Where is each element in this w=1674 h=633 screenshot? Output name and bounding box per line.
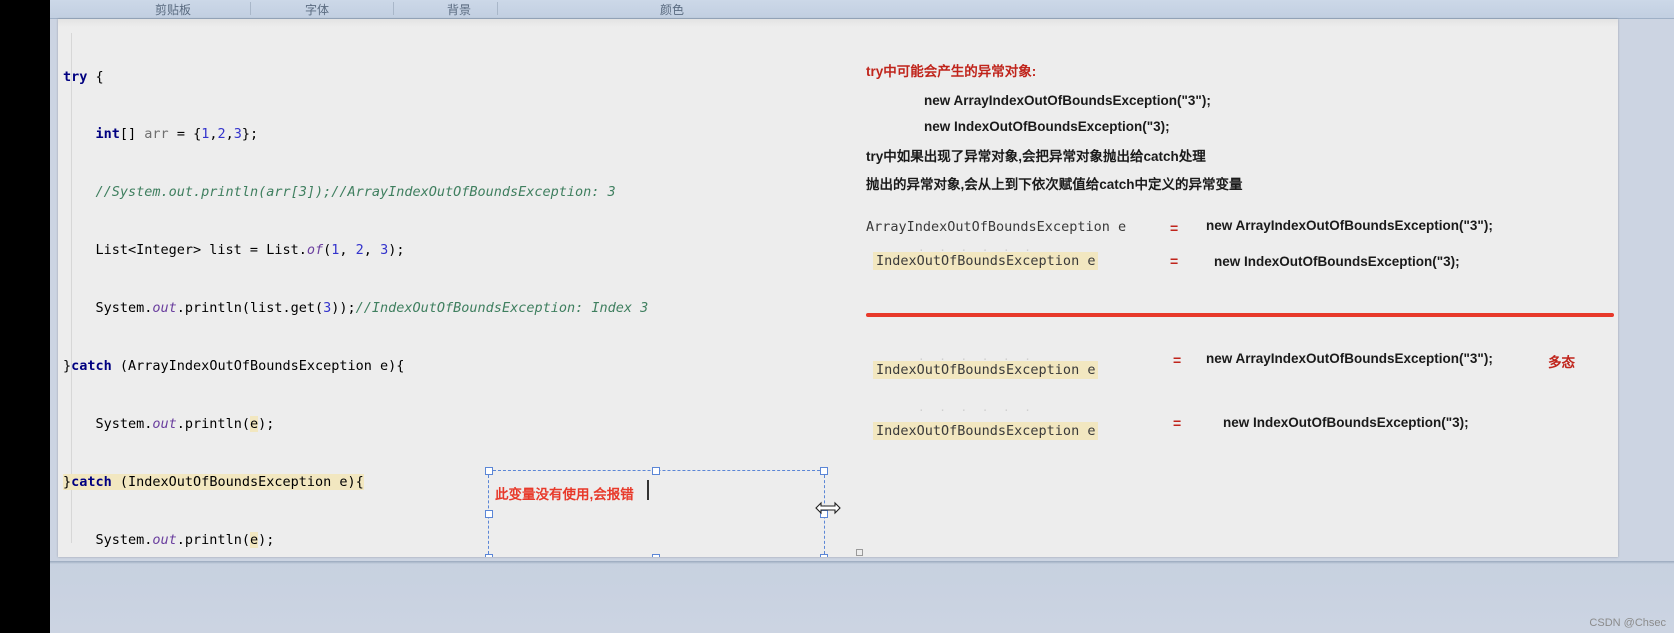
ribbon-bar: 剪贴板 字体 背景 颜色	[50, 0, 1674, 19]
assignment-rhs: new ArrayIndexOutOfBoundsException("3");	[1206, 351, 1493, 366]
ribbon-group-color[interactable]: 颜色	[660, 1, 684, 18]
page-resize-handle[interactable]	[856, 549, 863, 556]
code-line: System.out.println(list.get(3));//IndexO…	[63, 300, 649, 317]
status-bar: CSDN @Chsec	[50, 561, 1674, 633]
statusbar-top-edge	[50, 561, 1674, 564]
page-top-fade	[58, 19, 1618, 27]
code-line: List<Integer> list = List.of(1, 2, 3);	[63, 242, 405, 259]
resize-cursor-icon	[815, 501, 841, 515]
assignment-lhs: IndexOutOfBoundsException e	[873, 361, 1099, 379]
resize-handle-se[interactable]	[820, 554, 828, 557]
annotation-heading: try中可能会产生的异常对象:	[866, 64, 1037, 79]
ribbon-group-font[interactable]: 字体	[305, 1, 329, 18]
resize-handle-n[interactable]	[652, 467, 660, 475]
left-black-gutter	[0, 0, 50, 633]
assignment-equals: =	[1170, 220, 1179, 236]
code-line: int[] arr = {1,2,3};	[95, 126, 259, 143]
assignment-equals: =	[1173, 415, 1182, 431]
assignment-lhs: IndexOutOfBoundsException e	[873, 422, 1099, 440]
annotation-rule-one: try中如果出现了异常对象,会把异常对象抛出给catch处理	[866, 149, 1206, 164]
polymorphism-note: 多态	[1548, 355, 1575, 370]
resize-handle-s[interactable]	[652, 554, 660, 557]
resize-handle-ne[interactable]	[820, 467, 828, 475]
assignment-rhs: new IndexOutOfBoundsException("3);	[1223, 415, 1469, 430]
watermark-label: CSDN @Chsec	[1589, 617, 1666, 629]
text-caret	[647, 480, 649, 500]
textbox-text[interactable]: 此变量没有使用,会报错	[495, 483, 634, 503]
annotation-rule-two: 抛出的异常对象,会从上到下依次赋值给catch中定义的异常变量	[866, 177, 1243, 192]
assignment-equals: =	[1173, 352, 1182, 368]
code-line: //System.out.println(arr[3]);//ArrayInde…	[95, 184, 616, 201]
ghost-text-remnant: . . . . . .	[918, 401, 1035, 413]
resize-handle-sw[interactable]	[485, 554, 493, 557]
resize-handle-nw[interactable]	[485, 467, 493, 475]
application-window: 剪贴板 字体 背景 颜色 try { int[] arr = {1,2,3}; …	[50, 0, 1674, 633]
ribbon-group-background[interactable]: 背景	[447, 1, 471, 18]
ribbon-group-clipboard[interactable]: 剪贴板	[155, 1, 191, 18]
assignment-rhs: new IndexOutOfBoundsException("3);	[1214, 254, 1460, 269]
annotation-exception-object-2: new IndexOutOfBoundsException("3);	[924, 119, 1170, 134]
screenshot-root: 剪贴板 字体 背景 颜色 try { int[] arr = {1,2,3}; …	[0, 0, 1674, 633]
red-divider	[866, 313, 1614, 317]
assignment-lhs: ArrayIndexOutOfBoundsException e	[866, 219, 1127, 235]
assignment-lhs: IndexOutOfBoundsException e	[873, 252, 1099, 270]
assignment-rhs: new ArrayIndexOutOfBoundsException("3");	[1206, 218, 1493, 233]
assignment-equals: =	[1170, 253, 1179, 269]
code-line: }catch (ArrayIndexOutOfBoundsException e…	[63, 358, 405, 375]
document-page[interactable]: try { int[] arr = {1,2,3}; //System.out.…	[58, 19, 1618, 557]
resize-handle-w[interactable]	[485, 510, 493, 518]
code-line: try {	[63, 68, 104, 85]
code-line: System.out.println(e);	[63, 415, 275, 432]
annotation-exception-object-1: new ArrayIndexOutOfBoundsException("3");	[924, 93, 1211, 108]
